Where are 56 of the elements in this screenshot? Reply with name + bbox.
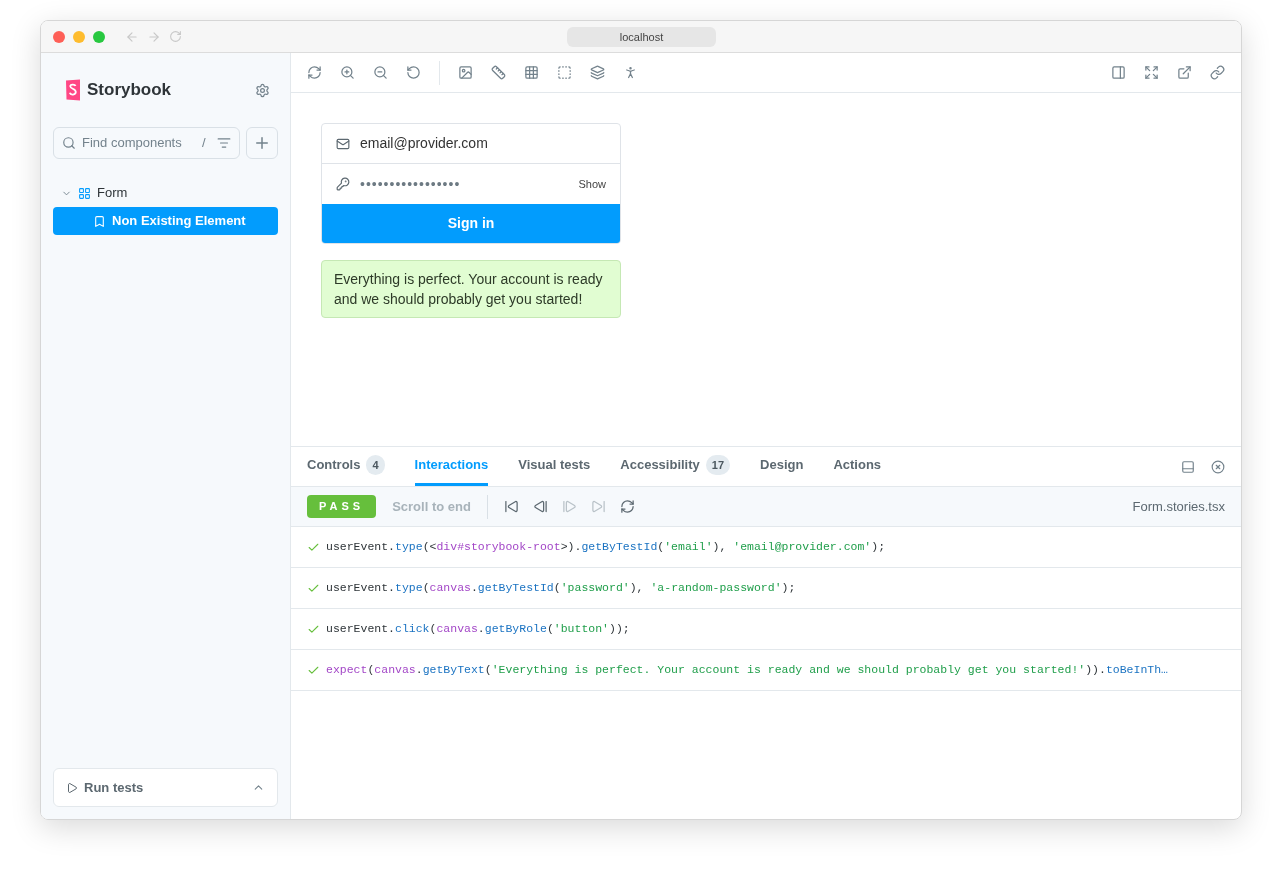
maximize-window-button[interactable] [93, 30, 105, 43]
file-name: Form.stories.tsx [1132, 497, 1225, 516]
settings-icon[interactable] [255, 82, 270, 98]
accessibility-icon[interactable] [623, 65, 638, 80]
skip-back-icon[interactable] [503, 499, 519, 514]
panel-bottom-icon[interactable] [1181, 459, 1195, 474]
close-icon[interactable] [1211, 459, 1225, 474]
addon-tab[interactable]: Controls 4 [307, 447, 385, 486]
layers-icon[interactable] [590, 65, 605, 80]
count-badge: 17 [705, 454, 731, 476]
link-icon[interactable] [1210, 65, 1225, 80]
interaction-step[interactable]: userEvent.click(canvas.getByRole('button')); [326, 620, 630, 638]
interaction-step[interactable]: expect(canvas.getByText('Everything is perfect. Your account is ready and we should probably get you started!')).toBeInTh… [326, 661, 1169, 679]
run-tests-button[interactable]: Run tests [53, 768, 278, 807]
addon-tab[interactable]: Visual tests [518, 447, 591, 486]
grid-icon [78, 186, 91, 200]
show-password-button[interactable]: Show [578, 175, 606, 193]
search-field[interactable]: Find components / [53, 127, 240, 159]
dashed-square-icon[interactable] [557, 65, 572, 80]
image-icon[interactable] [458, 65, 473, 80]
zoom-out-icon[interactable] [373, 65, 388, 80]
storybook-logo-icon [65, 79, 81, 101]
addon-tab[interactable]: Design [760, 447, 804, 486]
close-window-button[interactable] [53, 30, 65, 43]
zoom-in-icon[interactable] [340, 65, 355, 80]
brand-name: Storybook [87, 79, 172, 102]
interaction-step[interactable]: userEvent.type(<div#storybook-root>).getByTestId('email'), 'email@provider.com'); [326, 538, 886, 556]
search-input[interactable]: Find components [82, 133, 192, 153]
address-bar[interactable]: localhost [567, 27, 716, 47]
mail-icon [336, 136, 350, 151]
external-link-icon[interactable] [1177, 65, 1192, 80]
search-icon [62, 136, 76, 150]
filter-icon[interactable] [217, 136, 231, 150]
addon-tab[interactable]: Actions [833, 447, 882, 486]
shortcut-hint: / [202, 134, 206, 153]
step-back-icon[interactable] [532, 499, 548, 514]
grid-icon[interactable] [524, 65, 539, 80]
refresh-icon[interactable] [307, 65, 322, 80]
fullscreen-icon[interactable] [1144, 65, 1159, 80]
add-button[interactable] [246, 127, 278, 159]
rerun-icon[interactable] [619, 499, 635, 514]
bookmark-icon [93, 214, 106, 228]
success-message: Everything is perfect. Your account is ready and we should probably get you started! [321, 260, 621, 318]
email-field[interactable]: email@provider.com [322, 124, 620, 164]
addon-tab[interactable]: Accessibility 17 [620, 447, 731, 486]
key-icon [336, 177, 350, 191]
reset-zoom-icon[interactable] [406, 65, 421, 80]
ruler-icon[interactable] [491, 65, 506, 80]
status-badge: PASS [307, 495, 377, 518]
plus-icon [253, 134, 271, 152]
sidebar-panel-icon[interactable] [1111, 65, 1126, 80]
password-field[interactable]: ••••••••••••••••• Show [322, 164, 620, 204]
count-badge: 4 [366, 454, 385, 476]
component-item[interactable]: Form [53, 179, 278, 207]
interaction-step[interactable]: userEvent.type(canvas.getByTestId('password'), 'a-random-password'); [326, 579, 796, 597]
play-icon [66, 781, 78, 794]
